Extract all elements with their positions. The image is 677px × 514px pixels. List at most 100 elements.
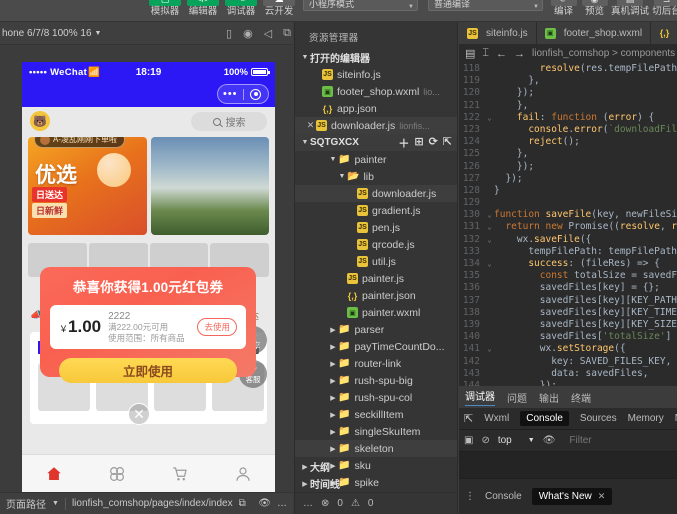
open-editor-app-json[interactable]: {,} app.json — [295, 100, 457, 117]
fold-toggle[interactable] — [485, 270, 494, 282]
tree-item-painter-js[interactable]: JS painter.js — [295, 270, 457, 287]
fold-toggle[interactable]: ⌄ — [485, 258, 494, 270]
collapse-icon[interactable]: ⇱ — [443, 135, 452, 151]
fold-toggle[interactable] — [485, 282, 494, 294]
bookmark-icon[interactable]: ⌶ — [482, 47, 489, 60]
tree-item-parser[interactable]: ▶ 📁 parser — [295, 321, 457, 338]
fold-toggle[interactable] — [485, 148, 494, 160]
fold-toggle[interactable] — [485, 368, 494, 380]
toolbar-button-debugger[interactable]: ⇥ 调试器 — [222, 0, 260, 17]
panel-tab-problems[interactable]: 问题 — [507, 390, 527, 405]
open-editor-siteinfo[interactable]: JS siteinfo.js — [295, 66, 457, 83]
outline-section[interactable]: ▶ 大纲 — [295, 458, 457, 475]
fold-toggle[interactable]: ⌄ — [485, 343, 494, 355]
promo-banner[interactable]: A-凌乱刚刚下单啦 优选 日送达 日新鲜 — [28, 137, 147, 235]
fold-toggle[interactable] — [485, 173, 494, 185]
clear-console-icon[interactable]: ⊘ — [481, 435, 489, 446]
close-circle-icon[interactable] — [244, 89, 269, 100]
drawer-tab-console[interactable]: Console — [485, 491, 522, 502]
refresh-icon[interactable]: ⟳ — [429, 135, 438, 151]
editor-tab-app-json[interactable]: {,} ap — [651, 22, 677, 44]
fold-toggle[interactable] — [485, 63, 494, 75]
fold-toggle[interactable]: ⌄ — [485, 209, 494, 221]
editor-tab-footer-shop[interactable]: ▣ footer_shop.wxml — [537, 22, 651, 44]
toolbar-button-simulator[interactable]: ▢ 模拟器 — [146, 0, 184, 17]
copy-icon[interactable]: ⧉ — [239, 498, 246, 509]
open-editor-footer-shop[interactable]: ▣ footer_shop.wxml lio... — [295, 83, 457, 100]
inspect-icon[interactable]: ▣ — [464, 435, 473, 446]
eye-icon[interactable]: 👁 — [543, 435, 556, 446]
more-icon[interactable]: ⋮ — [465, 495, 475, 498]
fold-toggle[interactable] — [485, 75, 494, 87]
tree-item-util-js[interactable]: JS util.js — [295, 253, 457, 270]
device-selector[interactable]: hone 6/7/8 100% 16 — [2, 28, 92, 39]
window-icon[interactable]: ⧉ — [283, 27, 291, 40]
tree-item-painter-json[interactable]: {,} painter.json — [295, 287, 457, 304]
repo-section[interactable]: ▼ SQTGXCX ＋ ⊞ ⟳ ⇱ — [295, 134, 457, 151]
fold-toggle[interactable] — [485, 185, 494, 197]
new-file-icon[interactable]: ＋ — [398, 135, 409, 151]
panel-tab-terminal[interactable]: 终端 — [571, 390, 591, 405]
close-icon[interactable]: ✕ — [128, 403, 150, 425]
toolbar-button-device-debug[interactable]: ▤ 真机调试 — [610, 0, 650, 17]
open-editors-section[interactable]: ▼ 打开的编辑器 — [295, 49, 457, 66]
tree-item-qrcode-js[interactable]: JS qrcode.js — [295, 236, 457, 253]
scenery-banner[interactable] — [151, 137, 270, 235]
fold-toggle[interactable] — [485, 356, 494, 368]
forward-arrow-icon[interactable]: → — [514, 48, 525, 60]
drawer-tab-whats-new[interactable]: What's New ✕ — [532, 488, 613, 505]
fold-toggle[interactable]: ⌄ — [485, 221, 494, 233]
coupon-cta-button[interactable]: 立即使用 — [59, 358, 237, 383]
fold-toggle[interactable] — [485, 100, 494, 112]
timeline-section[interactable]: ▶ 时间线 — [295, 475, 457, 492]
list-icon[interactable]: ▤ — [465, 47, 475, 60]
new-folder-icon[interactable]: ⊞ — [414, 135, 423, 151]
tree-item-gradient-js[interactable]: JS gradient.js — [295, 202, 457, 219]
devtools-tab-wxml[interactable]: Wxml — [484, 413, 509, 424]
panel-tab-output[interactable]: 输出 — [539, 390, 559, 405]
more-icon[interactable]: ••• — [218, 90, 243, 98]
more-icon[interactable]: … — [303, 498, 313, 509]
toolbar-button-background[interactable]: ⊐ 切后台 — [650, 0, 677, 17]
page-selector[interactable]: 页面路径 — [6, 496, 46, 511]
tree-item-rush-spu-big[interactable]: ▶ 📁 rush-spu-big — [295, 372, 457, 389]
inspect-icon[interactable]: ⇱ — [464, 412, 473, 425]
devtools-tab-memory[interactable]: Memory — [628, 413, 664, 424]
toolbar-button-editor[interactable]: </> 编辑器 — [184, 0, 222, 17]
close-icon[interactable]: ✕ — [305, 120, 316, 131]
record-icon[interactable]: ◉ — [243, 27, 253, 40]
phone-icon[interactable]: ▯ — [226, 27, 232, 40]
avatar[interactable]: 🐻 — [30, 111, 50, 131]
fold-toggle[interactable] — [485, 197, 494, 209]
code-editor[interactable]: 118 resolve(res.tempFilePath);119 },120 … — [459, 63, 677, 386]
tree-item-paytimecountdown[interactable]: ▶ 📁 payTimeCountDo... — [295, 338, 457, 355]
coupon-use-link[interactable]: 去使用 — [197, 318, 237, 336]
toolbar-button-cloud[interactable]: ☁ 云开发 — [260, 0, 298, 17]
devtools-tab-sources[interactable]: Sources — [580, 413, 617, 424]
fold-toggle[interactable] — [485, 319, 494, 331]
toolbar-button-preview[interactable]: ◉ 预览 — [579, 0, 610, 17]
devtools-tab-console[interactable]: Console — [520, 411, 569, 426]
fold-toggle[interactable] — [485, 246, 494, 258]
open-editor-downloader[interactable]: ✕ JS downloader.js lionfis... — [295, 117, 457, 134]
more-icon[interactable]: … — [277, 498, 287, 509]
tree-item-painter-wxml[interactable]: ▣ painter.wxml — [295, 304, 457, 321]
eye-icon[interactable]: 👁 — [258, 498, 271, 509]
fold-toggle[interactable]: ⌄ — [485, 234, 494, 246]
console-filter-input[interactable]: Filter — [569, 435, 591, 446]
panel-tab-debugger[interactable]: 调试器 — [465, 388, 495, 406]
mode-select[interactable]: 小程序模式 ▼ — [303, 0, 418, 11]
fold-toggle[interactable] — [485, 331, 494, 343]
tabbar-item-profile[interactable] — [212, 455, 275, 492]
tabbar-item-category[interactable] — [85, 455, 148, 492]
close-icon[interactable]: ✕ — [598, 491, 606, 502]
tree-item-rush-spu-col[interactable]: ▶ 📁 rush-spu-col — [295, 389, 457, 406]
error-icon[interactable]: ⊗ — [321, 498, 329, 509]
tree-item-pen-js[interactable]: JS pen.js — [295, 219, 457, 236]
tree-item-painter[interactable]: ▼ 📁 painter — [295, 151, 457, 168]
search-input[interactable]: 搜索 — [191, 112, 267, 131]
compile-select[interactable]: 普通编译 ▼ — [428, 0, 543, 11]
console-context-select[interactable]: top ▼ — [498, 435, 535, 446]
tree-item-lib[interactable]: ▼ 📂 lib — [295, 168, 457, 185]
tree-item-skeleton[interactable]: ▶ 📁 skeleton — [295, 440, 457, 457]
